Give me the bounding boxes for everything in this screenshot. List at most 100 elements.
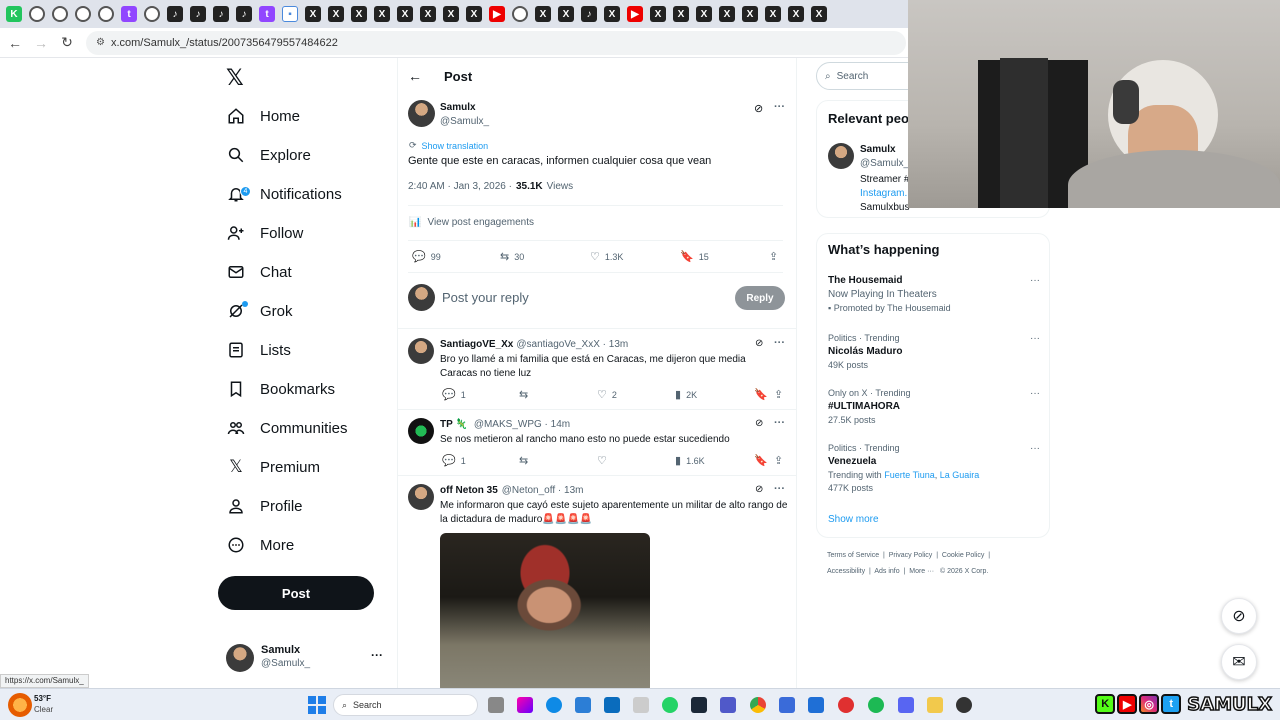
- tab-tiktok-4[interactable]: ♪: [236, 6, 252, 22]
- post-author-handle[interactable]: @Samulx_: [440, 116, 489, 127]
- grok-icon[interactable]: ⊘: [755, 418, 763, 429]
- bookmark-action[interactable]: 🔖 15: [680, 250, 709, 263]
- tab-chrome-3[interactable]: [75, 6, 91, 22]
- app-icon[interactable]: [779, 697, 795, 713]
- grok-icon[interactable]: ⊘: [755, 338, 763, 349]
- nav-lists[interactable]: Lists: [226, 332, 291, 368]
- more-horizontal-icon[interactable]: ···: [1030, 275, 1040, 286]
- tab-x-11[interactable]: X: [604, 6, 620, 22]
- trend-item[interactable]: The Housemaid Now Playing In Theaters ▪ …: [828, 275, 1040, 313]
- reply-action[interactable]: 💬 1: [442, 454, 466, 467]
- person-link[interactable]: Instagram.: [860, 188, 907, 199]
- tab-chrome-4[interactable]: [98, 6, 114, 22]
- tab-x-1[interactable]: X: [305, 6, 321, 22]
- person-handle[interactable]: @Samulx_: [860, 158, 909, 169]
- folder-icon[interactable]: [927, 697, 943, 713]
- author-handle[interactable]: @MAKS_WPG · 14m: [474, 419, 570, 430]
- share-icon[interactable]: ⇪: [774, 454, 783, 467]
- site-info-icon[interactable]: ⚙: [96, 37, 105, 48]
- more-horizontal-icon[interactable]: ···: [1030, 333, 1040, 344]
- views-action[interactable]: ▮ 2K: [675, 388, 697, 401]
- tab-twitch[interactable]: t: [121, 6, 137, 22]
- nav-more[interactable]: More: [226, 527, 294, 563]
- outlook-icon[interactable]: [604, 697, 620, 713]
- steam-icon[interactable]: [691, 697, 707, 713]
- avatar[interactable]: [828, 143, 854, 169]
- repost-action[interactable]: ⇆: [519, 388, 533, 401]
- like-action[interactable]: ♡: [597, 454, 612, 467]
- trend-item[interactable]: Only on X · Trending #ULTIMAHORA 27.5K p…: [828, 388, 1040, 425]
- tab-x-2[interactable]: X: [328, 6, 344, 22]
- nav-follow[interactable]: Follow: [226, 215, 303, 251]
- grok-float-button[interactable]: ⊘: [1221, 598, 1257, 634]
- tab-tiktok-3[interactable]: ♪: [213, 6, 229, 22]
- grok-icon[interactable]: ⊘: [755, 484, 763, 495]
- tab-calendar[interactable]: ▪: [282, 6, 298, 22]
- more-horizontal-icon[interactable]: ···: [774, 337, 785, 349]
- tab-twitch-2[interactable]: t: [259, 6, 275, 22]
- trend-item[interactable]: Politics · Trending Nicolás Maduro 49K p…: [828, 333, 1040, 370]
- tab-x-10[interactable]: X: [558, 6, 574, 22]
- reply-action[interactable]: 💬 99: [412, 250, 441, 263]
- cookie-link[interactable]: Cookie Policy: [942, 552, 984, 559]
- windows-start-icon[interactable]: [308, 696, 326, 714]
- address-bar[interactable]: ⚙ x.com/Samulx_/status/20073564795574846…: [86, 30, 906, 55]
- nav-explore[interactable]: Explore: [226, 137, 311, 173]
- bookmark-icon[interactable]: 🔖: [754, 388, 768, 401]
- tab-x-14[interactable]: X: [696, 6, 712, 22]
- tab-x-19[interactable]: X: [811, 6, 827, 22]
- tab-chrome-1[interactable]: [29, 6, 45, 22]
- author-name[interactable]: off Neton 35: [440, 485, 498, 496]
- teams-icon[interactable]: [720, 697, 736, 713]
- view-engagements[interactable]: 📊 View post engagements: [409, 217, 534, 228]
- copilot-icon[interactable]: [517, 697, 533, 713]
- nav-premium[interactable]: 𝕏 Premium: [226, 449, 320, 485]
- nav-profile[interactable]: Profile: [226, 488, 303, 524]
- avatar[interactable]: [408, 484, 434, 510]
- nav-notifications[interactable]: 4 Notifications: [226, 176, 342, 212]
- tab-youtube-2[interactable]: ▶: [627, 6, 643, 22]
- more-horizontal-icon[interactable]: ···: [371, 648, 383, 662]
- post-author-name[interactable]: Samulx: [440, 102, 476, 113]
- tab-chrome-6[interactable]: [512, 6, 528, 22]
- store-icon[interactable]: [633, 697, 649, 713]
- messages-float-button[interactable]: ✉: [1221, 644, 1257, 680]
- tab-x-3[interactable]: X: [351, 6, 367, 22]
- like-action[interactable]: ♡ 2: [597, 388, 617, 401]
- trend-link[interactable]: La Guaira: [940, 470, 980, 480]
- author-name[interactable]: TP 🦎: [440, 419, 468, 430]
- discord-icon[interactable]: [898, 697, 914, 713]
- views-action[interactable]: ▮ 1.6K: [675, 454, 705, 467]
- nav-grok[interactable]: Grok: [226, 293, 293, 329]
- tab-kick[interactable]: K: [6, 6, 22, 22]
- tab-x-12[interactable]: X: [650, 6, 666, 22]
- weather-icon[interactable]: [8, 693, 32, 717]
- post-author-avatar[interactable]: [408, 100, 435, 127]
- reply-button[interactable]: Reply: [735, 286, 785, 310]
- tab-x-7[interactable]: X: [443, 6, 459, 22]
- more-link[interactable]: More ···: [909, 568, 934, 575]
- bookmark-icon[interactable]: 🔖: [754, 454, 768, 467]
- tab-x-15[interactable]: X: [719, 6, 735, 22]
- more-horizontal-icon[interactable]: ···: [774, 483, 785, 495]
- account-switcher[interactable]: Samulx @Samulx_ ···: [226, 642, 391, 682]
- more-horizontal-icon[interactable]: ···: [774, 101, 785, 113]
- tab-chrome-5[interactable]: [144, 6, 160, 22]
- repost-action[interactable]: ⇆: [519, 454, 533, 467]
- more-horizontal-icon[interactable]: ···: [774, 417, 785, 429]
- accessibility-link[interactable]: Accessibility: [827, 568, 865, 575]
- reply-tweet[interactable]: SantiagoVE_Xx @santiagoVe_XxX · 13m ⊘ ··…: [398, 328, 796, 410]
- tweet-image[interactable]: [440, 533, 650, 688]
- tab-tiktok-2[interactable]: ♪: [190, 6, 206, 22]
- tab-x-9[interactable]: X: [535, 6, 551, 22]
- avatar[interactable]: [408, 418, 434, 444]
- reply-input[interactable]: Post your reply: [442, 290, 529, 305]
- show-more-link[interactable]: Show more: [828, 514, 879, 525]
- app-icon[interactable]: [808, 697, 824, 713]
- tab-x-13[interactable]: X: [673, 6, 689, 22]
- nav-bookmarks[interactable]: Bookmarks: [226, 371, 335, 407]
- ads-link[interactable]: Ads info: [874, 568, 899, 575]
- tab-x-8[interactable]: X: [466, 6, 482, 22]
- nav-communities[interactable]: Communities: [226, 410, 348, 446]
- x-logo-icon[interactable]: 𝕏: [226, 66, 244, 91]
